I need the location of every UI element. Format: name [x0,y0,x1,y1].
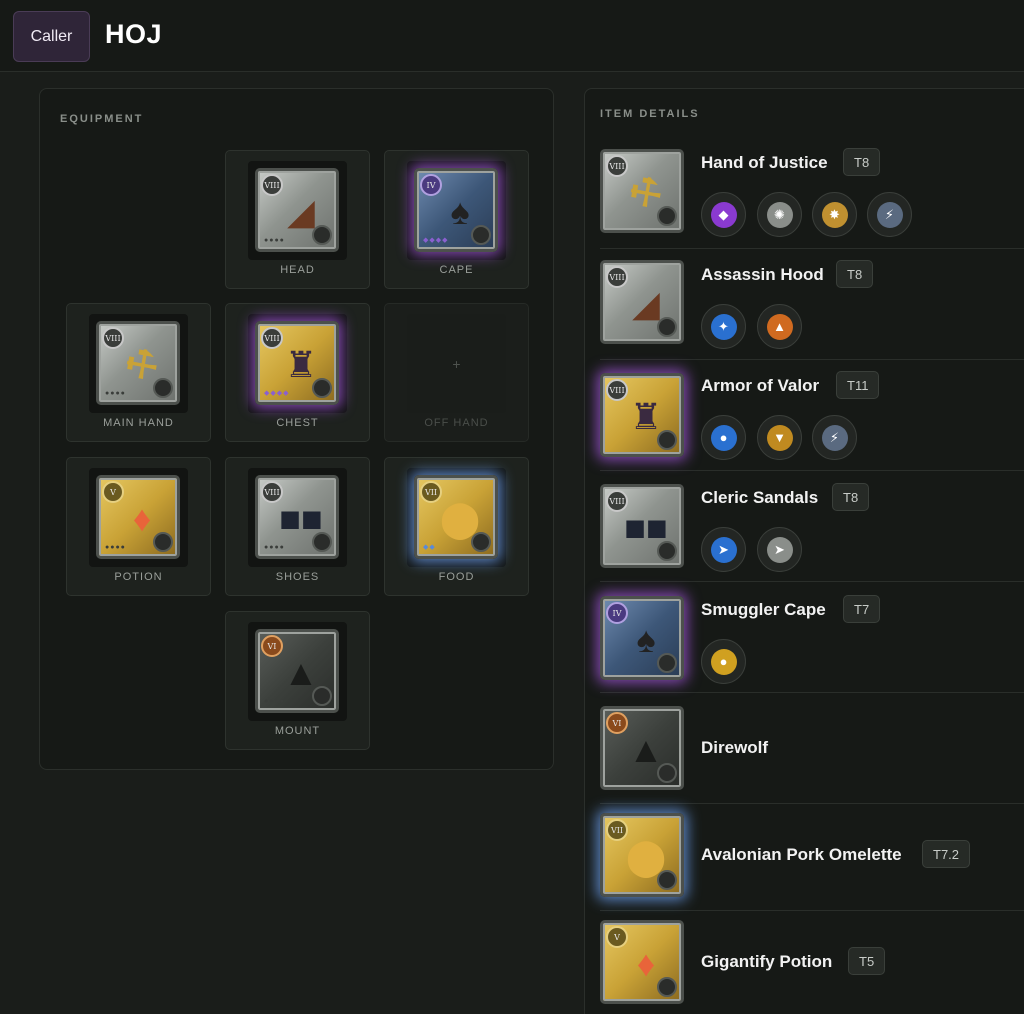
slot-icon-bg: VII ⬤ ◆◆ [407,468,506,567]
tier-pill: T8 [843,148,881,176]
direwolf-icon: VI ▲ ●●●● [255,629,339,713]
slot-icon-bg: VIII ■■ ●●●● [248,468,347,567]
item-name: Hand of Justice [701,153,828,172]
tier-pill: T7 [843,595,881,623]
slot-chest[interactable]: VIII ♜ ◆◆◆◆ CHEST [225,303,370,442]
slot-main-hand[interactable]: VIII ⚒ ●●●● MAIN HAND [66,303,211,442]
equipment-title: EQUIPMENT [60,113,144,125]
blue-dash-icon[interactable]: ➤ [701,527,746,572]
item-details-title: ITEM DETAILS [600,108,700,120]
hand-of-justice-icon: VIII ⚒ ●●●● [96,321,180,405]
slot-icon-bg: IV ♠ ◆◆◆◆ [407,161,506,260]
detail-row-pork-omelette[interactable]: VII ⬤ Avalonian Pork Omelette T7.2 [600,801,1024,911]
slot-cape[interactable]: IV ♠ ◆◆◆◆ CAPE [384,150,529,289]
gigantify-potion-icon: V ♦ ●●●● [96,475,180,559]
slot-label: MOUNT [274,725,321,737]
blue-drop-icon[interactable]: ● [701,415,746,460]
fire-icon[interactable]: ▲ [757,304,802,349]
detail-row-direwolf[interactable]: VI ▲ Direwolf [600,694,1024,804]
slot-potion[interactable]: V ♦ ●●●● POTION [66,457,211,596]
slot-label: CAPE [439,264,474,276]
add-icon: + [452,356,461,372]
hand-of-justice-icon: VIII ⚒ [600,149,684,233]
gold-crest-icon[interactable]: ▼ [757,415,802,460]
armor-of-valor-icon: VIII ♜ [600,373,684,457]
pork-omelette-icon: VII ⬤ [600,813,684,897]
item-name: Assassin Hood [701,265,824,284]
armor-of-valor-icon: VIII ♜ ◆◆◆◆ [255,321,339,405]
slot-mount[interactable]: VI ▲ ●●●● MOUNT [225,611,370,750]
tier-pill: T7.2 [922,840,971,868]
detail-row-smuggler-cape[interactable]: IV ♠ Smuggler Cape T7 ● [600,583,1024,693]
slot-icon-bg: VIII ♜ ◆◆◆◆ [248,314,347,413]
item-name: Armor of Valor [701,376,820,395]
role-badge[interactable]: Caller [13,11,90,62]
item-name: Smuggler Cape [701,600,826,619]
tier-pill: T8 [836,260,874,288]
silver-spin-icon[interactable]: ✺ [757,192,802,237]
purple-shield-icon[interactable]: ◆ [701,192,746,237]
tier-pill: T5 [848,947,886,975]
slot-icon-bg: V ♦ ●●●● [89,468,188,567]
gold-flame-icon[interactable]: ● [701,639,746,684]
slot-label: HEAD [280,264,315,276]
slot-icon-bg: VIII ⚒ ●●●● [89,314,188,413]
detail-row-cleric-sandals[interactable]: VIII ■■ Cleric Sandals T8 ➤ ➤ [600,472,1024,582]
slot-head[interactable]: VIII ◢ ●●●● HEAD [225,150,370,289]
silver-dash-icon[interactable]: ➤ [757,527,802,572]
assassin-hood-icon: VIII ◢ [600,260,684,344]
tier-badge: VIII [102,327,124,349]
cleric-sandals-icon: VIII ■■ [600,484,684,568]
blue-slash-icon[interactable]: ✦ [701,304,746,349]
cleric-sandals-icon: VIII ■■ ●●●● [255,475,339,559]
detail-row-assassin-hood[interactable]: VIII ◢ Assassin Hood T8 ✦ ▲ [600,250,1024,360]
tier-badge: VIII [606,155,628,177]
detail-row-armor-of-valor[interactable]: VIII ♜ Armor of Valor T11 ● ▼ ⚡ [600,361,1024,471]
slot-label: CHEST [276,417,319,429]
direwolf-icon: VI ▲ [600,706,684,790]
assassin-hood-icon: VIII ◢ ●●●● [255,168,339,252]
slot-label: MAIN HAND [103,417,174,429]
detail-row-gigantify-potion[interactable]: V ♦ Gigantify Potion T5 [600,908,1024,1014]
build-title: HOJ [105,19,163,49]
tier-pill: T11 [836,371,880,399]
item-name: Gigantify Potion [701,952,833,971]
tier-pill: T8 [832,483,870,511]
gigantify-potion-icon: V ♦ [600,920,684,1004]
header-bar: Caller HOJ [0,0,1024,72]
smuggler-cape-icon: IV ♠ [600,596,684,680]
smuggler-cape-icon: IV ♠ ◆◆◆◆ [414,168,498,252]
slot-icon-bg: VIII ◢ ●●●● [248,161,347,260]
slot-icon-bg: VI ▲ ●●●● [248,622,347,721]
pork-omelette-icon: VII ⬤ ◆◆ [414,475,498,559]
lightning-icon[interactable]: ⚡ [867,192,912,237]
item-name: Cleric Sandals [701,488,819,507]
slot-label: SHOES [275,571,320,583]
slot-label: FOOD [438,571,475,583]
slot-shoes[interactable]: VIII ■■ ●●●● SHOES [225,457,370,596]
item-name: Direwolf [701,738,769,757]
detail-row-hand-of-justice[interactable]: VIII ⚒ Hand of Justice T8 ◆ ✺ ✸ ⚡ [600,139,1024,249]
gold-burst-icon[interactable]: ✸ [812,192,857,237]
item-name: Avalonian Pork Omelette [701,845,902,864]
slot-label: OFF HAND [424,417,489,429]
slot-food[interactable]: VII ⬤ ◆◆ FOOD [384,457,529,596]
slot-label: POTION [114,571,163,583]
lightning-icon[interactable]: ⚡ [812,415,857,460]
slot-off-hand[interactable]: + OFF HAND [384,303,529,442]
